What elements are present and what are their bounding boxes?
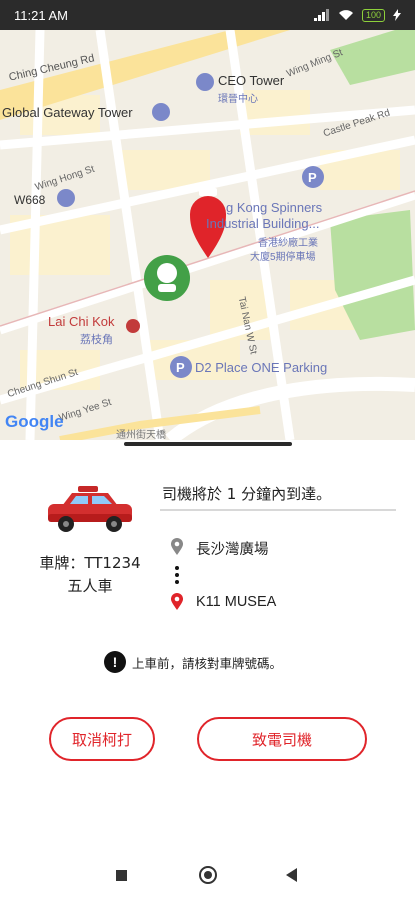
- status-bar: 11:21 AM 100: [0, 0, 415, 30]
- charging-icon: [393, 9, 401, 21]
- svg-text:P: P: [176, 360, 185, 375]
- eta-text: 司機將於 1 分鐘內到達。: [162, 485, 332, 503]
- dropoff-location: K11 MUSEA: [196, 594, 277, 610]
- divider: [160, 509, 396, 511]
- pickup-location: 長沙灣廣場: [196, 542, 269, 558]
- sheet-handle[interactable]: [124, 442, 292, 446]
- map-view[interactable]: P P Ching Cheung Rd Wing Ming St CEO Tow…: [0, 30, 415, 440]
- map-label: W668: [14, 193, 46, 207]
- notice-text: 上車前，請核對車牌號碼。: [132, 655, 283, 671]
- vehicle-info: 車牌：TT1234 五人車: [20, 552, 160, 598]
- google-logo: Google: [5, 412, 64, 431]
- map-label: 大廈5期停車場: [250, 252, 316, 263]
- vehicle-type: 五人車: [67, 577, 113, 595]
- map-label: CEO Tower: [218, 73, 285, 88]
- home-icon[interactable]: [199, 866, 217, 884]
- plate-check-notice: ! 上車前，請核對車牌號碼。: [104, 651, 282, 673]
- map-label: Lai Chi Kok: [48, 314, 115, 329]
- route-dots-icon: [175, 566, 179, 587]
- battery-icon: 100: [361, 8, 385, 22]
- map-label: 通州街天橋: [116, 430, 166, 440]
- map-label: 荔枝角: [80, 334, 113, 346]
- status-time: 11:21 AM: [14, 7, 68, 23]
- wifi-icon: [338, 10, 353, 20]
- map-label: 香港紗廠工業: [258, 238, 318, 249]
- pickup-pin-icon: [171, 538, 183, 555]
- exclamation-icon: !: [104, 651, 126, 673]
- call-driver-button[interactable]: 致電司機: [197, 717, 367, 761]
- svg-text:P: P: [308, 170, 317, 185]
- map-label: 環晉中心: [218, 94, 258, 105]
- plate-number: 車牌：TT1234: [39, 554, 141, 572]
- recent-apps-icon[interactable]: [116, 870, 127, 881]
- taxi-icon: [48, 486, 132, 532]
- cancel-order-button[interactable]: 取消柯打: [49, 717, 155, 761]
- back-icon[interactable]: [286, 868, 297, 882]
- dropoff-pin-icon: [171, 593, 183, 610]
- map-label: D2 Place ONE Parking: [195, 360, 328, 375]
- map-label: g Kong Spinners: [226, 200, 323, 215]
- map-label: Industrial Building...: [206, 216, 320, 231]
- map-label: Global Gateway Tower: [2, 105, 133, 120]
- signal-icon: [313, 9, 330, 21]
